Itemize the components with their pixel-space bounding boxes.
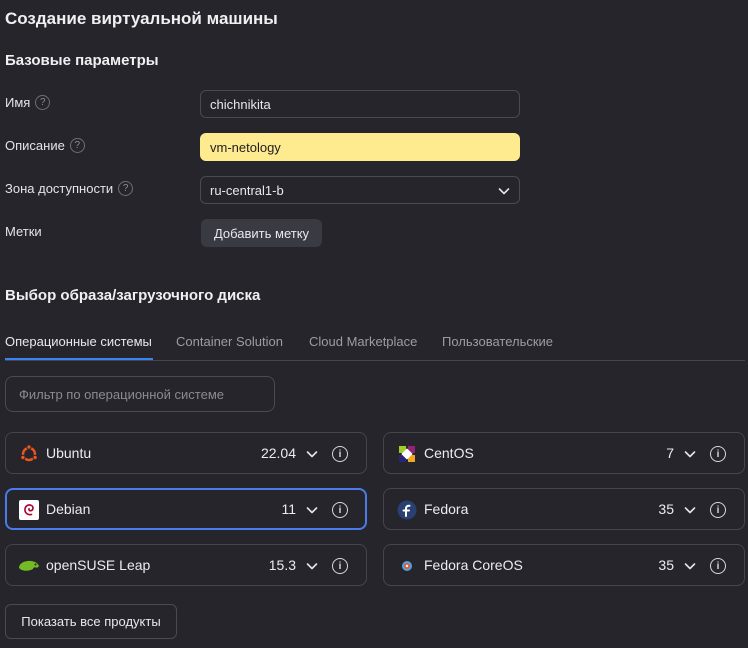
tab-operating-systems[interactable]: Операционные системы [5,334,152,349]
os-version[interactable]: 11 [281,501,296,517]
os-name: openSUSE Leap [46,557,151,573]
help-icon[interactable]: ? [118,181,134,196]
show-all-products-button[interactable]: Показать все продукты [5,604,177,639]
fedora-coreos-icon [402,561,412,571]
os-name: CentOS [424,445,474,461]
tab-container-solution[interactable]: Container Solution [176,334,283,349]
info-icon[interactable]: i [332,502,348,518]
os-card-fedora[interactable]: Fedora 35 i [383,488,745,530]
os-version[interactable]: 7 [666,445,674,461]
zone-label-text: Зона доступности [5,181,114,196]
description-input[interactable]: vm-netology [200,133,520,161]
os-card-opensuse[interactable]: openSUSE Leap 15.3 i [5,544,367,586]
info-icon[interactable]: i [710,558,726,574]
centos-icon [399,446,415,462]
page-title: Создание виртуальной машины [5,9,278,28]
info-icon[interactable]: i [332,558,348,574]
os-name: Fedora CoreOS [424,557,523,573]
os-card-fedora-coreos[interactable]: Fedora CoreOS 35 i [383,544,745,586]
os-filter-placeholder: Фильтр по операционной системе [19,386,224,402]
fedora-icon [397,500,417,520]
description-input-value: vm-netology [210,139,281,155]
info-icon[interactable]: i [332,446,348,462]
os-card-debian[interactable]: Debian 11 i [5,488,367,530]
debian-icon [19,500,39,520]
zone-select[interactable]: ru-central1-b [200,176,520,204]
zone-select-value: ru-central1-b [210,182,284,198]
chevron-down-icon [498,188,510,195]
os-version[interactable]: 35 [658,501,674,517]
tab-custom[interactable]: Пользовательские [442,334,553,349]
basic-params-title: Базовые параметры [5,52,159,69]
name-input-value: chichnikita [210,96,271,112]
os-name: Ubuntu [46,445,92,461]
chevron-down-icon[interactable] [684,448,696,460]
info-icon[interactable]: i [710,502,726,518]
chevron-down-icon[interactable] [684,560,696,572]
tab-cloud-marketplace[interactable]: Cloud Marketplace [309,334,417,349]
add-tag-button[interactable]: Добавить метку [201,219,322,247]
ubuntu-icon [20,444,38,462]
os-card-centos[interactable]: CentOS 7 i [383,432,745,474]
chevron-down-icon[interactable] [306,504,318,516]
name-label-text: Имя [5,95,31,110]
description-label: Описание ? [5,138,85,153]
chevron-down-icon[interactable] [306,448,318,460]
tags-label-text: Метки [5,224,42,239]
info-icon[interactable]: i [710,446,726,462]
os-version[interactable]: 15.3 [269,557,296,573]
os-name: Fedora [424,501,469,517]
chevron-down-icon[interactable] [306,560,318,572]
image-section-title: Выбор образа/загрузочного диска [5,287,261,304]
name-label: Имя ? [5,95,51,110]
help-icon[interactable]: ? [69,138,85,153]
os-name: Debian [46,501,91,517]
os-filter-input[interactable]: Фильтр по операционной системе [5,376,275,412]
chevron-down-icon[interactable] [684,504,696,516]
description-label-text: Описание [5,138,65,153]
help-icon[interactable]: ? [35,95,51,110]
active-tab-indicator [5,358,153,360]
opensuse-icon [19,560,39,571]
zone-label: Зона доступности ? [5,181,134,196]
name-input[interactable]: chichnikita [200,90,520,118]
os-version[interactable]: 22.04 [261,445,296,461]
tags-label: Метки [5,224,42,239]
os-version[interactable]: 35 [658,557,674,573]
os-card-ubuntu[interactable]: Ubuntu 22.04 i [5,432,367,474]
image-tabs: Операционные системы Container Solution … [5,334,745,361]
